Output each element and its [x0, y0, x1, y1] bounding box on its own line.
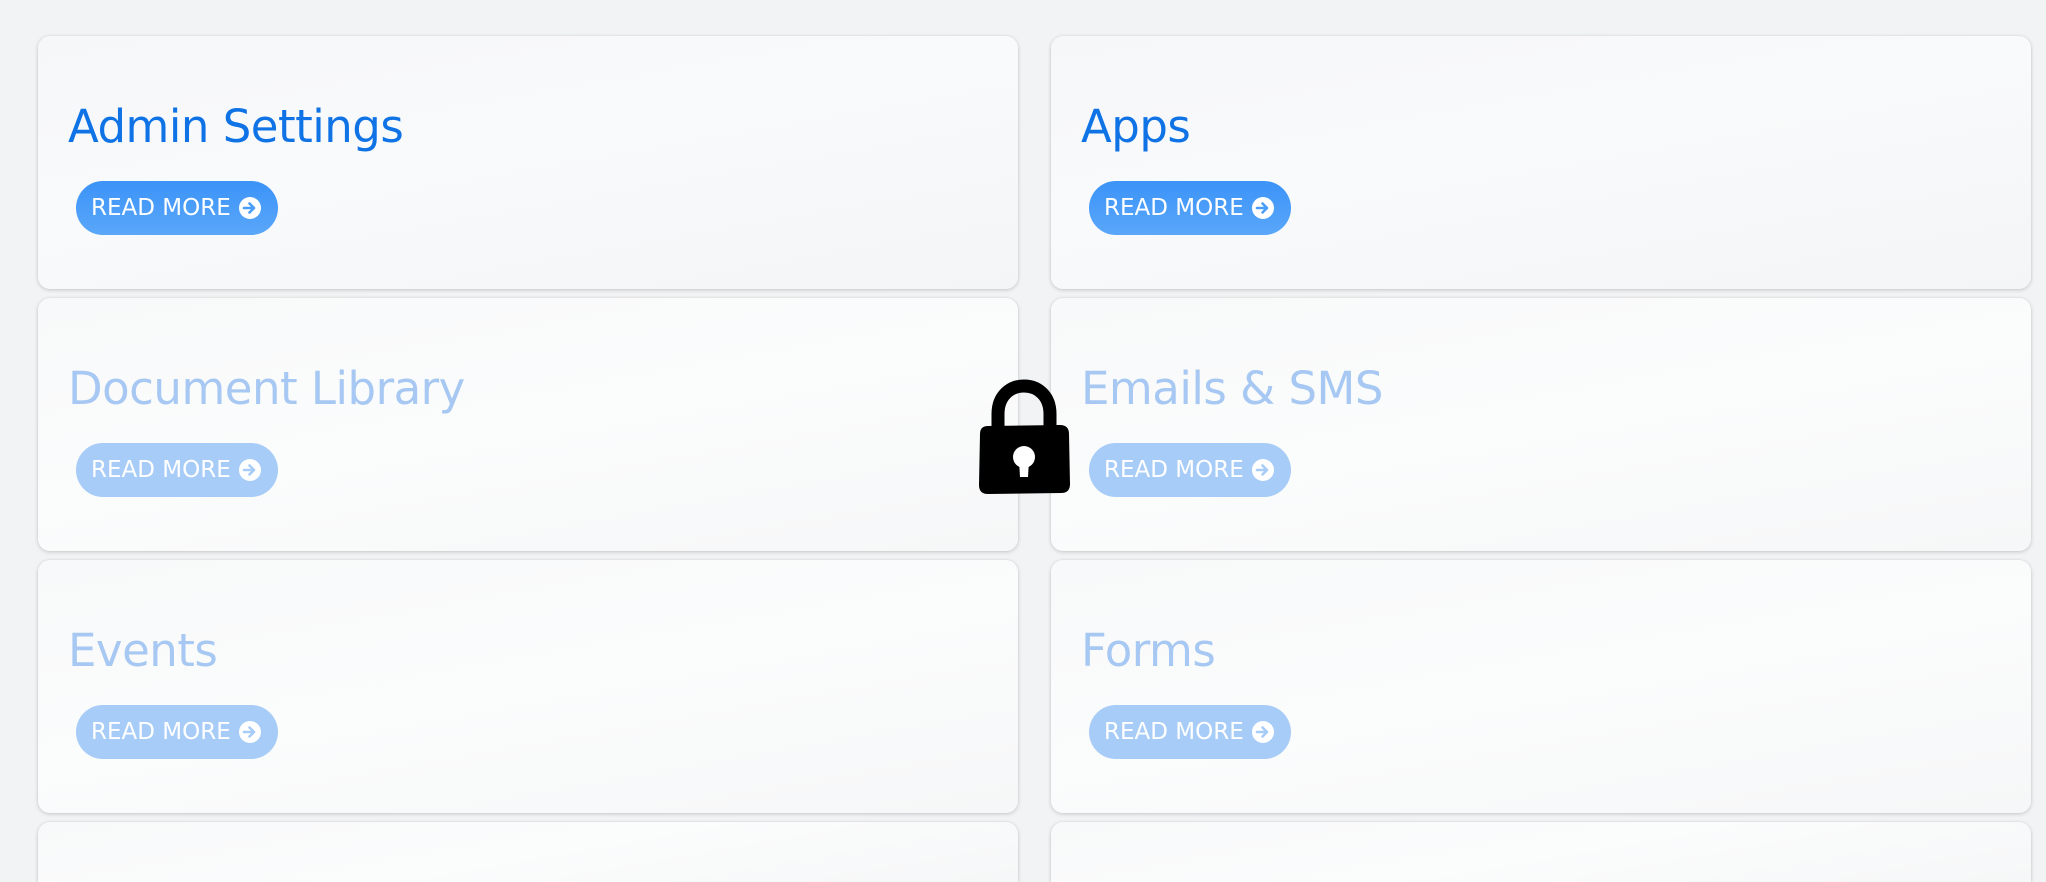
- module-card-emails-sms: Emails & SMS READ MORE: [1051, 298, 2031, 551]
- module-card-apps: Apps READ MORE: [1051, 36, 2031, 289]
- module-card-admin-settings: Admin Settings READ MORE: [38, 36, 1018, 289]
- card-title: Events: [68, 624, 218, 677]
- arrow-right-circle-icon: [1251, 196, 1275, 220]
- card-title: Apps: [1081, 100, 1191, 153]
- lock-icon: [972, 378, 1076, 498]
- read-more-button[interactable]: READ MORE: [76, 181, 278, 235]
- card-title: Document Library: [68, 362, 465, 415]
- arrow-right-circle-icon: [238, 196, 262, 220]
- arrow-right-circle-icon: [1251, 458, 1275, 482]
- module-card-partial: [38, 822, 1018, 882]
- read-more-label: READ MORE: [91, 195, 231, 221]
- read-more-label: READ MORE: [91, 719, 231, 745]
- module-card-document-library: Document Library READ MORE: [38, 298, 1018, 551]
- read-more-button[interactable]: READ MORE: [76, 705, 278, 759]
- read-more-label: READ MORE: [1104, 719, 1244, 745]
- read-more-button[interactable]: READ MORE: [1089, 181, 1291, 235]
- read-more-label: READ MORE: [1104, 457, 1244, 483]
- read-more-label: READ MORE: [1104, 195, 1244, 221]
- card-title: Admin Settings: [68, 100, 404, 153]
- read-more-button[interactable]: READ MORE: [1089, 443, 1291, 497]
- card-title: Emails & SMS: [1081, 362, 1383, 415]
- card-title: Forms: [1081, 624, 1216, 677]
- read-more-button[interactable]: READ MORE: [1089, 705, 1291, 759]
- read-more-button[interactable]: READ MORE: [76, 443, 278, 497]
- arrow-right-circle-icon: [1251, 720, 1275, 744]
- module-card-forms: Forms READ MORE: [1051, 560, 2031, 813]
- arrow-right-circle-icon: [238, 720, 262, 744]
- read-more-label: READ MORE: [91, 457, 231, 483]
- arrow-right-circle-icon: [238, 458, 262, 482]
- module-card-events: Events READ MORE: [38, 560, 1018, 813]
- module-card-partial: [1051, 822, 2031, 882]
